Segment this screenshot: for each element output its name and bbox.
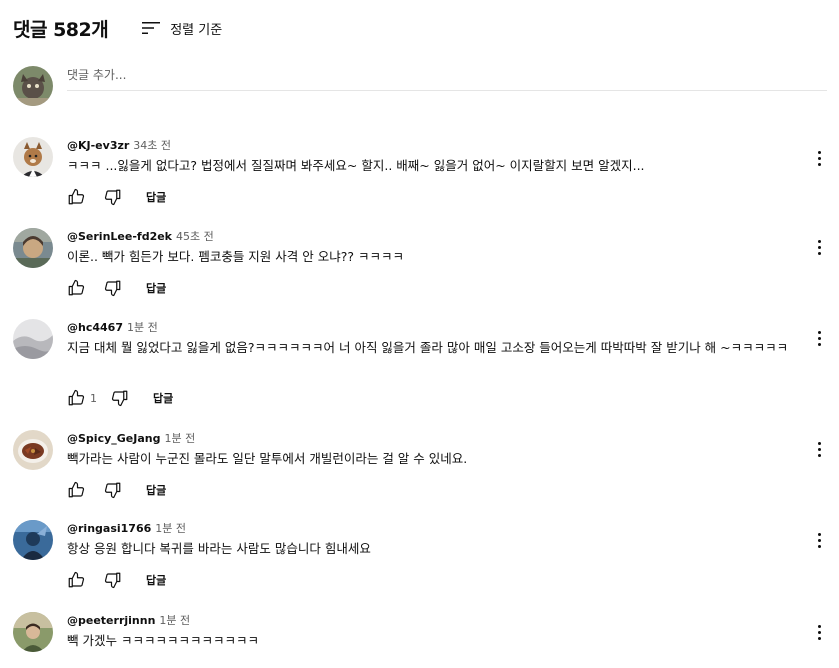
reply-button[interactable]: 답글 [153, 390, 173, 406]
comment-meta: @SerinLee-fd2ek 45초 전 [67, 230, 214, 244]
avatar[interactable] [13, 520, 53, 560]
comment-actions: 답글 [65, 479, 166, 501]
avatar[interactable] [13, 612, 53, 652]
comment-item: @KJ-ev3zr 34초 전 ㅋㅋㅋ ...잃을게 없다고? 법정에서 질질짜며… [13, 137, 827, 207]
comment-item: @peeterrjinnn 1분 전 빽 가겠누 ㅋㅋㅋㅋㅋㅋㅋㅋㅋㅋㅋㅋ [13, 612, 827, 662]
comment-actions: 1 답글 [65, 387, 173, 409]
avatar[interactable] [13, 430, 53, 470]
comment-time[interactable]: 34초 전 [133, 139, 171, 152]
comment-text: 지금 대체 뭘 잃었다고 잃을게 없음?ㅋㅋㅋㅋㅋㅋ어 너 아직 잃을거 졸라 … [67, 340, 789, 355]
comment-author[interactable]: @SerinLee-fd2ek [67, 230, 172, 243]
add-comment-input[interactable]: 댓글 추가... [67, 66, 827, 91]
thumbs-up-icon[interactable] [65, 569, 87, 591]
thumbs-up-icon[interactable] [65, 186, 87, 208]
comment-text: 이론.. 빽가 힘든가 보다. 펨코충들 지원 사격 안 오냐?? ㅋㅋㅋㅋ [67, 249, 404, 264]
comment-actions: 답글 [65, 277, 166, 299]
comments-header: 댓글 582개 정렬 기준 [13, 14, 222, 42]
more-vert-icon[interactable] [811, 529, 827, 551]
comment-time[interactable]: 1분 전 [159, 614, 190, 627]
thumbs-down-icon[interactable] [102, 277, 124, 299]
like-count: 1 [90, 391, 97, 405]
comment-author[interactable]: @peeterrjinnn [67, 614, 155, 627]
comment-text: 빽 가겠누 ㅋㅋㅋㅋㅋㅋㅋㅋㅋㅋㅋㅋ [67, 633, 259, 648]
comment-time[interactable]: 1분 전 [155, 522, 186, 535]
comment-meta: @ringasi1766 1분 전 [67, 522, 186, 536]
comment-text: 빽가라는 사람이 누군진 몰라도 일단 말투에서 개빌런이라는 걸 알 수 있네… [67, 451, 468, 466]
comment-author[interactable]: @KJ-ev3zr [67, 139, 129, 152]
comment-meta: @Spicy_GeJang 1분 전 [67, 432, 195, 446]
sort-label: 정렬 기준 [170, 22, 223, 38]
sort-icon [142, 21, 161, 35]
more-vert-icon[interactable] [811, 327, 827, 349]
comment-text: 항상 응원 합니다 복귀를 바라는 사람도 많습니다 힘내세요 [67, 541, 371, 556]
sort-button[interactable]: 정렬 기준 [142, 19, 222, 38]
current-user-avatar [13, 66, 53, 106]
comment-item: @SerinLee-fd2ek 45초 전 이론.. 빽가 힘든가 보다. 펨코충… [13, 228, 827, 298]
more-vert-icon[interactable] [811, 147, 827, 169]
reply-button[interactable]: 답글 [146, 280, 166, 296]
thumbs-up-icon[interactable] [65, 479, 87, 501]
thumbs-down-icon[interactable] [109, 387, 131, 409]
avatar[interactable] [13, 319, 53, 359]
comment-author[interactable]: @ringasi1766 [67, 522, 151, 535]
comment-meta: @KJ-ev3zr 34초 전 [67, 139, 171, 153]
comment-actions: 답글 [65, 569, 166, 591]
comment-meta: @peeterrjinnn 1분 전 [67, 614, 190, 628]
more-vert-icon[interactable] [811, 621, 827, 643]
comment-time[interactable]: 45초 전 [176, 230, 214, 243]
comment-meta: @hc4467 1분 전 [67, 321, 158, 335]
more-vert-icon[interactable] [811, 438, 827, 460]
more-vert-icon[interactable] [811, 236, 827, 258]
comment-item: @hc4467 1분 전 지금 대체 뭘 잃었다고 잃을게 없음?ㅋㅋㅋㅋㅋㅋ어 … [13, 319, 827, 409]
comment-author[interactable]: @Spicy_GeJang [67, 432, 160, 445]
comment-count-title: 댓글 582개 [13, 18, 109, 41]
comment-author[interactable]: @hc4467 [67, 321, 123, 334]
thumbs-down-icon[interactable] [102, 569, 124, 591]
thumbs-down-icon[interactable] [102, 186, 124, 208]
avatar[interactable] [13, 137, 53, 177]
comment-time[interactable]: 1분 전 [164, 432, 195, 445]
comment-time[interactable]: 1분 전 [127, 321, 158, 334]
thumbs-up-icon[interactable] [65, 277, 87, 299]
comment-text: ㅋㅋㅋ ...잃을게 없다고? 법정에서 질질짜며 봐주세요~ 할지.. 배째~… [67, 158, 645, 173]
comment-item: @ringasi1766 1분 전 항상 응원 합니다 복귀를 바라는 사람도 많… [13, 520, 827, 590]
thumbs-down-icon[interactable] [102, 479, 124, 501]
add-comment-row: 댓글 추가... [13, 66, 827, 108]
thumbs-up-icon[interactable] [65, 387, 87, 409]
reply-button[interactable]: 답글 [146, 189, 166, 205]
reply-button[interactable]: 답글 [146, 482, 166, 498]
comment-item: @Spicy_GeJang 1분 전 빽가라는 사람이 누군진 몰라도 일단 말투… [13, 430, 827, 500]
comment-actions: 답글 [65, 186, 166, 208]
avatar[interactable] [13, 228, 53, 268]
reply-button[interactable]: 답글 [146, 572, 166, 588]
